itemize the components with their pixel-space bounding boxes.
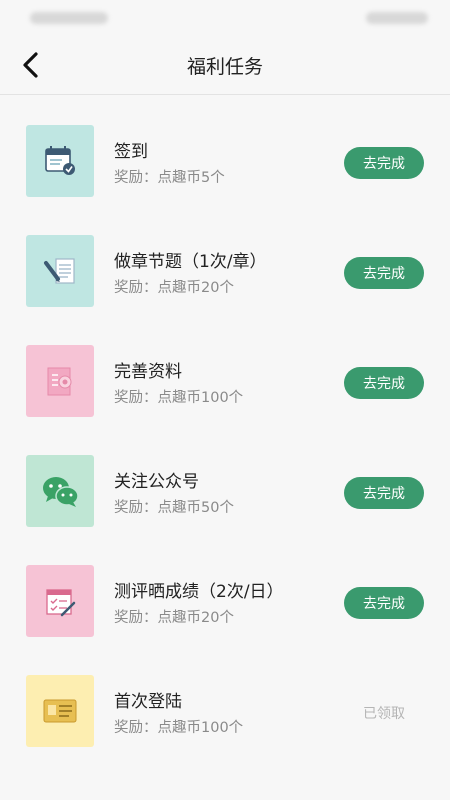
task-reward: 奖励：点趣币50个 (114, 500, 234, 516)
task-title: 完善资料 (114, 362, 182, 382)
task-item-first-login: 首次登陆 奖励：点趣币100个 已领取 (0, 645, 450, 755)
task-item-checkin: 签到 奖励：点趣币5个 去完成 (0, 95, 450, 205)
task-item-follow-account: 关注公众号 奖励：点趣币50个 去完成 (0, 425, 450, 535)
go-complete-button[interactable]: 去完成 (344, 587, 424, 619)
task-item-profile: 完善资料 奖励：点趣币100个 去完成 (0, 315, 450, 425)
profile-document-icon (26, 345, 94, 417)
go-complete-button[interactable]: 去完成 (344, 367, 424, 399)
task-reward: 奖励：点趣币100个 (114, 720, 244, 736)
go-complete-button[interactable]: 去完成 (344, 477, 424, 509)
status-time-blurred (30, 12, 108, 24)
task-reward: 奖励：点趣币20个 (114, 280, 234, 296)
calendar-check-icon (26, 125, 94, 197)
task-reward: 奖励：点趣币20个 (114, 610, 234, 626)
nav-bar: 福利任务 (0, 36, 450, 95)
claimed-status: 已领取 (363, 706, 405, 722)
task-reward: 奖励：点趣币100个 (114, 390, 244, 406)
score-report-icon (26, 565, 94, 637)
page-title: 福利任务 (186, 56, 263, 78)
task-title: 签到 (114, 142, 148, 162)
task-title: 关注公众号 (114, 472, 199, 492)
go-complete-button[interactable]: 去完成 (344, 147, 424, 179)
go-complete-button[interactable]: 去完成 (344, 257, 424, 289)
pen-document-icon (26, 235, 94, 307)
task-reward: 奖励：点趣币5个 (114, 170, 225, 186)
status-bar (0, 0, 450, 36)
id-card-icon (26, 675, 94, 747)
task-item-share-score: 测评晒成绩（2次/日） 奖励：点趣币20个 去完成 (0, 535, 450, 645)
task-title: 首次登陆 (114, 692, 182, 712)
task-title: 测评晒成绩（2次/日） (114, 582, 284, 602)
task-item-chapter-questions: 做章节题（1次/章） 奖励：点趣币20个 去完成 (0, 205, 450, 315)
wechat-icon (26, 455, 94, 527)
task-title: 做章节题（1次/章） (114, 252, 267, 272)
status-icons-blurred (366, 12, 428, 24)
